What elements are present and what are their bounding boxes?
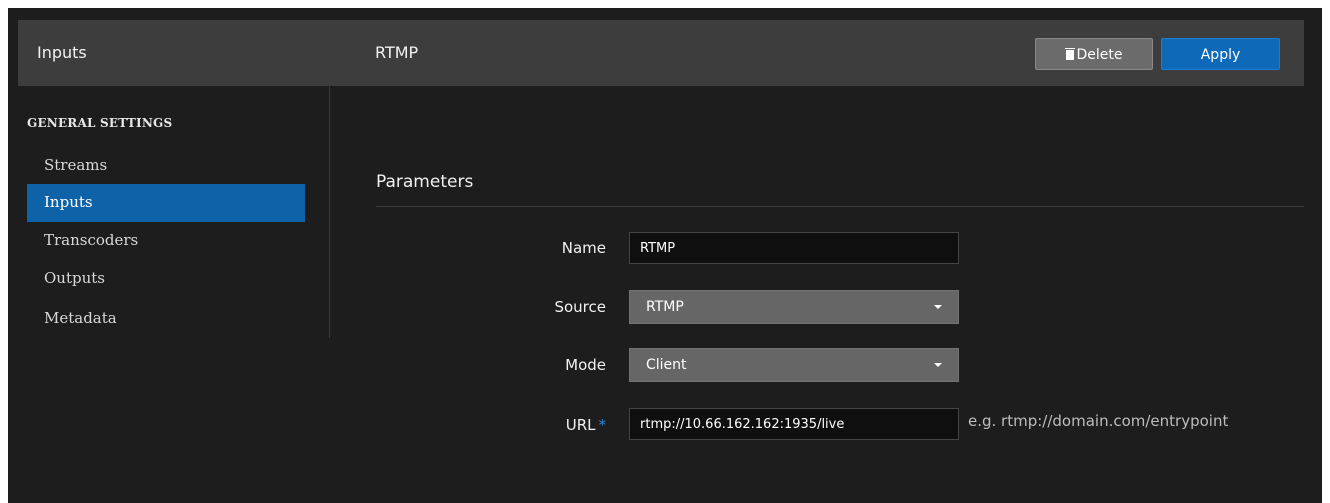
name-label: Name	[561, 239, 606, 257]
url-label: URL *	[510, 409, 606, 441]
divider	[376, 206, 1304, 207]
mode-label: Mode	[565, 356, 606, 374]
sidebar-item-outputs[interactable]: Outputs	[27, 260, 305, 298]
page-title: RTMP	[375, 43, 419, 62]
sidebar-item-transcoders[interactable]: Transcoders	[27, 222, 305, 260]
apply-button[interactable]: Apply	[1161, 38, 1280, 70]
name-input[interactable]	[629, 232, 959, 264]
url-label-text: URL	[565, 416, 596, 434]
delete-button[interactable]: Delete	[1035, 38, 1153, 70]
url-input[interactable]	[629, 408, 959, 440]
required-marker: *	[598, 416, 607, 434]
sidebar-item-streams[interactable]: Streams	[27, 147, 305, 185]
source-select[interactable]: RTMP	[629, 290, 959, 324]
trash-icon	[1064, 48, 1075, 60]
parameters-heading: Parameters	[376, 172, 474, 192]
top-bar: Inputs RTMP Delete Apply	[18, 20, 1304, 86]
sidebar-item-metadata[interactable]: Metadata	[27, 300, 305, 338]
caret-down-icon	[934, 305, 942, 309]
section-title: Inputs	[37, 43, 87, 62]
url-hint: e.g. rtmp://domain.com/entrypoint	[968, 412, 1229, 430]
sidebar-item-inputs[interactable]: Inputs	[27, 184, 305, 222]
mode-select-value: Client	[646, 357, 687, 373]
sidebar-heading: GENERAL SETTINGS	[27, 116, 173, 130]
caret-down-icon	[934, 363, 942, 367]
mode-select[interactable]: Client	[629, 348, 959, 382]
source-select-value: RTMP	[646, 299, 684, 315]
source-label: Source	[554, 298, 606, 316]
delete-button-label: Delete	[1076, 47, 1123, 63]
sidebar: GENERAL SETTINGS Streams Inputs Transcod…	[18, 86, 330, 338]
